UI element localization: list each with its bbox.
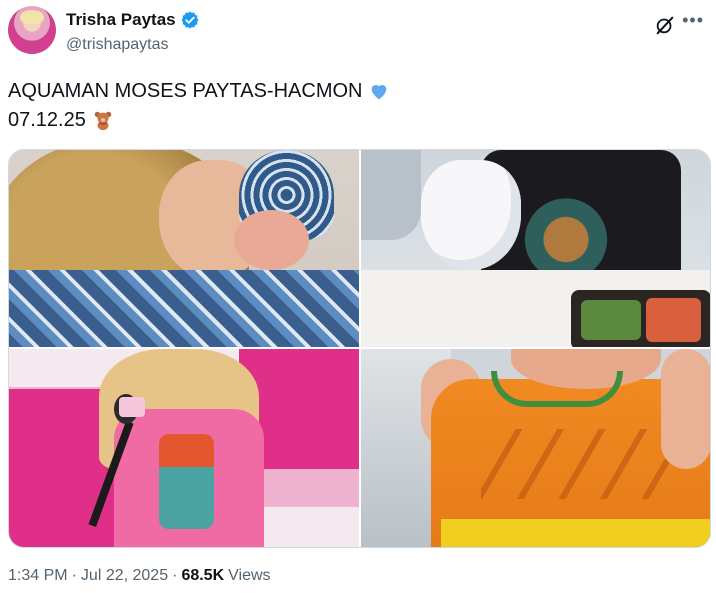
tweet-date[interactable]: Jul 22, 2025 bbox=[81, 567, 168, 585]
author-name-row: Trisha Paytas bbox=[66, 10, 200, 30]
tweet-meta: 1:34 PM · Jul 22, 2025 · 68.5K Views bbox=[8, 567, 271, 585]
author-display-name[interactable]: Trisha Paytas bbox=[66, 10, 176, 30]
teddy-bear-emoji-icon bbox=[94, 111, 112, 130]
views-count[interactable]: 68.5K bbox=[181, 567, 224, 585]
meta-separator: · bbox=[172, 567, 178, 584]
tweet-time[interactable]: 1:34 PM bbox=[8, 567, 68, 585]
tweet-line-2: 07.12.25 bbox=[8, 105, 390, 134]
avatar[interactable] bbox=[8, 6, 56, 54]
tweet-title-text: AQUAMAN MOSES PAYTAS-HACMON bbox=[8, 79, 363, 102]
photo-1[interactable] bbox=[9, 150, 359, 347]
tweet-text: AQUAMAN MOSES PAYTAS-HACMON 07.12.25 bbox=[8, 76, 390, 134]
meta-separator: · bbox=[71, 567, 77, 584]
views-label[interactable]: Views bbox=[228, 567, 270, 585]
media-grid bbox=[8, 149, 711, 548]
photo-2[interactable] bbox=[361, 150, 710, 347]
more-icon[interactable]: ••• bbox=[682, 10, 704, 31]
blue-heart-emoji-icon bbox=[372, 84, 387, 99]
verified-badge-icon bbox=[181, 11, 199, 29]
author-handle[interactable]: @trishapaytas bbox=[66, 36, 169, 54]
tweet-line-1: AQUAMAN MOSES PAYTAS-HACMON bbox=[8, 76, 390, 105]
photo-3[interactable] bbox=[9, 349, 359, 547]
grok-icon[interactable] bbox=[654, 14, 676, 36]
tweet-date-text: 07.12.25 bbox=[8, 108, 86, 131]
tweet-header: Trisha Paytas @trishapaytas ••• bbox=[8, 6, 708, 62]
photo-4[interactable] bbox=[361, 349, 710, 547]
